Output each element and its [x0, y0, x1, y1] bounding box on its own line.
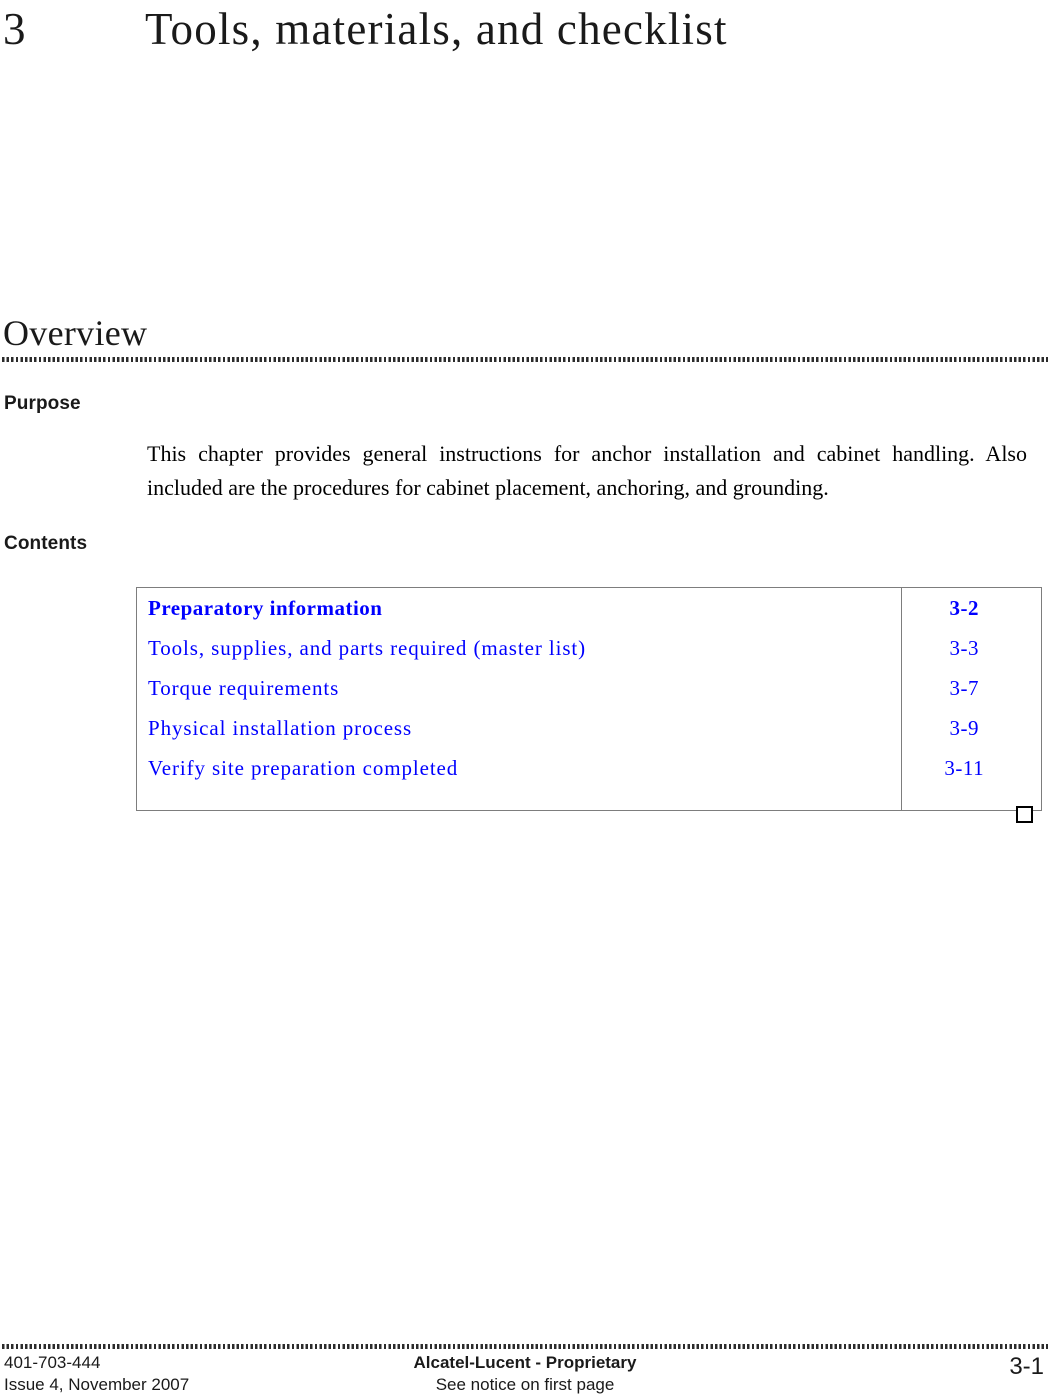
footer-divider-rule — [2, 1344, 1048, 1349]
contents-page-number[interactable]: 3-9 — [902, 708, 1042, 748]
end-of-section-square-icon — [1016, 806, 1033, 823]
chapter-number: 3 — [3, 4, 26, 54]
contents-label: Contents — [4, 533, 88, 554]
contents-entry-link[interactable]: Physical installation process — [137, 708, 901, 748]
table-row[interactable]: Physical installation process 3-9 — [137, 708, 1041, 748]
contents-entry-cell[interactable]: Verify site preparation completed — [137, 748, 901, 788]
document-page: 3 Tools, materials, and checklist Overvi… — [0, 0, 1050, 1397]
contents-page-cell[interactable]: 3-7 — [900, 668, 1042, 708]
contents-page-number[interactable]: 3-3 — [902, 628, 1042, 668]
table-row[interactable]: Torque requirements 3-7 — [137, 668, 1041, 708]
contents-page-cell[interactable]: 3-11 — [900, 748, 1042, 788]
contents-entry-cell[interactable]: Physical installation process — [137, 708, 901, 748]
contents-page-cell[interactable]: 3-9 — [900, 708, 1042, 748]
contents-entry-link[interactable]: Tools, supplies, and parts required (mas… — [137, 628, 901, 668]
page-footer: 401-703-444 Issue 4, November 2007 Alcat… — [0, 1352, 1050, 1397]
contents-page-number[interactable]: 3-2 — [902, 588, 1042, 628]
table-row[interactable]: Verify site preparation completed 3-11 — [137, 748, 1041, 788]
section-heading-overview: Overview — [3, 313, 148, 353]
footer-proprietary-notice: Alcatel-Lucent - Proprietary See notice … — [0, 1352, 1050, 1396]
contents-page-cell[interactable]: 3-2 — [900, 588, 1042, 628]
contents-entry-link[interactable]: Preparatory information — [137, 588, 901, 628]
chapter-title-text: Tools, materials, and checklist — [145, 4, 728, 54]
table-row[interactable]: Tools, supplies, and parts required (mas… — [137, 628, 1041, 668]
contents-page-cell[interactable]: 3-3 — [900, 628, 1042, 668]
footer-proprietary-line: Alcatel-Lucent - Proprietary — [413, 1353, 637, 1372]
contents-page-number[interactable]: 3-7 — [902, 668, 1042, 708]
purpose-body: This chapter provides general instructio… — [147, 437, 1027, 505]
table-filler-cell — [137, 788, 901, 810]
purpose-paragraph: This chapter provides general instructio… — [147, 441, 1027, 500]
purpose-label: Purpose — [4, 393, 81, 414]
chapter-title: 3 Tools, materials, and checklist — [0, 2, 1050, 60]
contents-entry-cell[interactable]: Tools, supplies, and parts required (mas… — [137, 628, 901, 668]
table-row[interactable]: Preparatory information 3-2 — [137, 588, 1041, 628]
overview-divider-rule — [2, 357, 1048, 362]
contents-entry-cell[interactable]: Torque requirements — [137, 668, 901, 708]
table-filler-row — [137, 788, 1041, 810]
contents-table: Preparatory information 3-2 Tools, suppl… — [136, 587, 1042, 811]
contents-entry-link[interactable]: Verify site preparation completed — [137, 748, 901, 788]
contents-entry-link[interactable]: Torque requirements — [137, 668, 901, 708]
footer-page-number: 3-1 — [1009, 1353, 1044, 1380]
footer-notice-line: See notice on first page — [435, 1375, 615, 1394]
contents-entry-cell[interactable]: Preparatory information — [137, 588, 901, 628]
contents-page-number[interactable]: 3-11 — [902, 748, 1042, 788]
